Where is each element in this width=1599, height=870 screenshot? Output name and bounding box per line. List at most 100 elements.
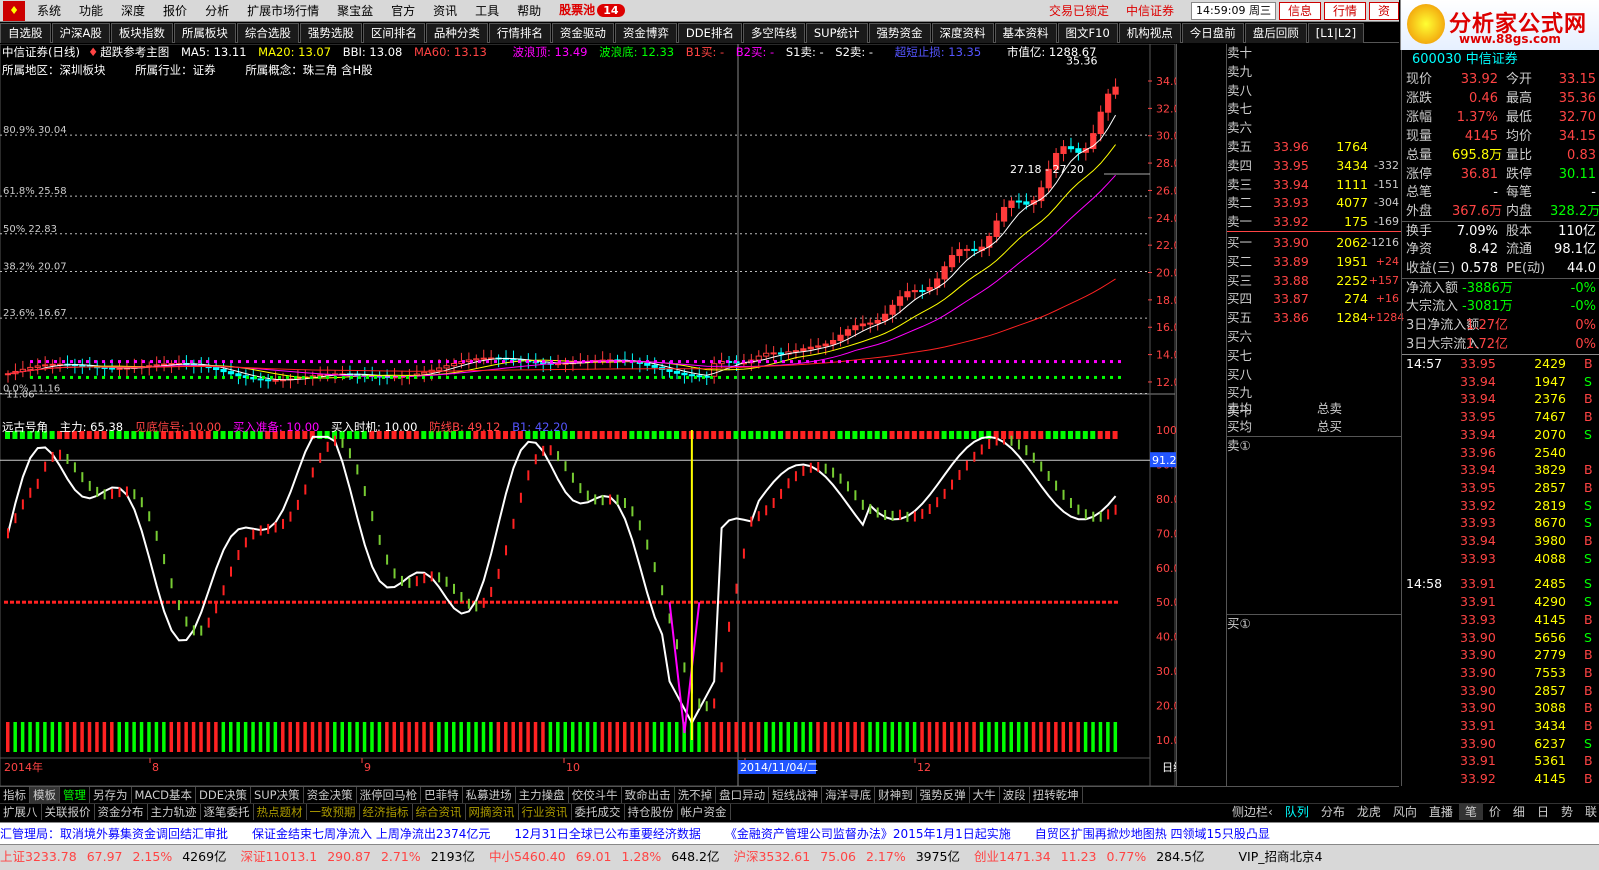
status-zx[interactable]: 中小5460.40 — [489, 849, 566, 864]
extension-tab-9[interactable]: 网摘资讯 — [466, 804, 519, 820]
template-tab-20[interactable]: 大牛 — [970, 787, 1000, 803]
bid-level[interactable]: 买一 33.90 2062 -1216 — [1227, 234, 1401, 252]
menu-system[interactable]: 系统 — [28, 0, 70, 22]
template-tab-0[interactable]: 指标 — [0, 787, 30, 803]
news-item[interactable]: 汇管理局：取消境外募集资金调回结汇审批 — [0, 827, 228, 841]
menu-analysis[interactable]: 分析 — [196, 0, 238, 22]
stock-pool-button[interactable]: 股票池 14 — [550, 0, 633, 22]
tab-15[interactable]: 深度资料 — [931, 23, 994, 43]
tab-0[interactable]: 自选股 — [0, 23, 51, 43]
stock-region[interactable]: 所属地区：深圳板块 — [2, 63, 106, 77]
status-sz[interactable]: 深证11013.1 — [241, 849, 318, 864]
template-tab-13[interactable]: 致命出击 — [622, 787, 675, 803]
bid-level[interactable]: 买七 — [1227, 347, 1401, 365]
app-logo-icon[interactable]: ♦ — [3, 0, 25, 21]
indicator-name[interactable]: 超跌参考主图 — [100, 45, 169, 59]
menu-function[interactable]: 功能 — [70, 0, 112, 22]
stock-concept[interactable]: 所属概念：珠三角 含H股 — [245, 63, 372, 77]
bid-level[interactable]: 买八 — [1227, 366, 1401, 384]
right-tab-0[interactable]: 侧边栏‹ — [1226, 804, 1279, 820]
ask-level[interactable]: 卖六 — [1227, 119, 1401, 137]
template-tab-22[interactable]: 扭转乾坤 — [1030, 787, 1083, 803]
right-tab-5[interactable]: 直播 — [1423, 804, 1459, 820]
template-tab-12[interactable]: 佼佼斗牛 — [569, 787, 622, 803]
right-tab-10[interactable]: 势 — [1555, 804, 1579, 820]
tab-1[interactable]: 沪深A股 — [51, 23, 110, 43]
tab-9[interactable]: 资金驱动 — [551, 23, 614, 43]
template-tab-15[interactable]: 盘口异动 — [716, 787, 770, 803]
ask-level[interactable]: 卖七 — [1227, 100, 1401, 118]
extension-tab-7[interactable]: 经济指标 — [360, 804, 413, 820]
tab-18[interactable]: 机构视点 — [1118, 23, 1181, 43]
extension-tab-4[interactable]: 逐笔委托 — [201, 804, 254, 820]
bid-level[interactable]: 买二 33.89 1951 +24 — [1227, 253, 1401, 271]
right-tab-1[interactable]: 队列 — [1279, 804, 1315, 820]
tab-7[interactable]: 品种分类 — [425, 23, 488, 43]
tab-5[interactable]: 强势选股 — [299, 23, 362, 43]
right-tab-8[interactable]: 细 — [1507, 804, 1531, 820]
tab-21[interactable]: [L1|L2] — [1307, 23, 1365, 43]
extension-tab-10[interactable]: 行业资讯 — [519, 804, 572, 820]
menu-info[interactable]: 资讯 — [424, 0, 466, 22]
bid-level[interactable]: 买四 33.87 274 +16 — [1227, 290, 1401, 308]
tab-12[interactable]: 多空阵线 — [742, 23, 805, 43]
right-tab-4[interactable]: 风向 — [1387, 804, 1423, 820]
right-tab-9[interactable]: 日 — [1531, 804, 1555, 820]
tab-2[interactable]: 板块指数 — [110, 23, 173, 43]
extension-tab-12[interactable]: 持仓股份 — [625, 804, 678, 820]
tab-20[interactable]: 盘后回顾 — [1244, 23, 1307, 43]
tab-8[interactable]: 行情排名 — [488, 23, 551, 43]
ask-level[interactable]: 卖八 — [1227, 82, 1401, 100]
extension-tab-5[interactable]: 热点题材 — [254, 804, 307, 820]
template-tab-8[interactable]: 涨停回马枪 — [357, 787, 422, 803]
ask-level[interactable]: 卖五 33.96 1764 — [1227, 138, 1401, 156]
info-button[interactable]: 信息 — [1278, 1, 1321, 20]
status-cy[interactable]: 创业1471.34 — [974, 849, 1051, 864]
ask-level[interactable]: 卖十 — [1227, 44, 1401, 62]
status-server[interactable]: VIP_招商北京4 — [1239, 849, 1323, 864]
template-tab-4[interactable]: MACD基本 — [132, 787, 196, 803]
tab-11[interactable]: DDE排名 — [677, 23, 742, 43]
template-tab-14[interactable]: 洗不掉 — [675, 787, 717, 803]
tab-4[interactable]: 综合选股 — [236, 23, 299, 43]
capital-button[interactable]: 资 — [1368, 1, 1399, 20]
menu-depth[interactable]: 深度 — [112, 0, 154, 22]
template-tab-7[interactable]: 资金决策 — [304, 787, 357, 803]
kline-chart[interactable]: 34.00 32.00 30.00 28.00 26.00 24.00 22.00 20.00… — [0, 44, 1176, 786]
template-tab-11[interactable]: 主力操盘 — [516, 787, 569, 803]
template-tab-3[interactable]: 另存为 — [90, 787, 132, 803]
market-button[interactable]: 行情 — [1323, 1, 1366, 20]
ask-level[interactable]: 卖三 33.94 1111 -151 — [1227, 176, 1401, 194]
status-hs[interactable]: 沪深3532.61 — [733, 849, 810, 864]
tab-16[interactable]: 基本资料 — [994, 23, 1057, 43]
news-item[interactable]: 12月31日全球已公布重要经济数据 — [514, 827, 701, 841]
menu-extended[interactable]: 扩展市场行情 — [238, 0, 328, 22]
news-item[interactable]: 《金融资产管理公司监督办法》2015年1月1日起实施 — [725, 827, 1011, 841]
extension-tab-8[interactable]: 综合资讯 — [413, 804, 466, 820]
ask-level[interactable]: 卖四 33.95 3434 -332 — [1227, 157, 1401, 175]
bid-level[interactable]: 买五 33.86 1284 +1284 — [1227, 309, 1404, 327]
right-tab-6[interactable]: 笔 — [1458, 804, 1483, 820]
right-tab-3[interactable]: 龙虎 — [1351, 804, 1387, 820]
extension-tab-0[interactable]: 扩展八 — [0, 804, 42, 820]
sub-indicator-name[interactable]: 远古号角 — [2, 420, 48, 434]
bid-level[interactable]: 买三 33.88 2252 +157 — [1227, 272, 1401, 290]
tab-14[interactable]: 强势资金 — [868, 23, 931, 43]
news-item[interactable]: 保证金结束七周净流入 上周净流出2374亿元 — [252, 827, 490, 841]
menu-tools[interactable]: 工具 — [466, 0, 508, 22]
right-tab-11[interactable]: 联 — [1579, 804, 1599, 820]
stock-industry[interactable]: 所属行业：证券 — [135, 63, 216, 77]
tab-6[interactable]: 区间排名 — [362, 23, 425, 43]
template-tab-9[interactable]: 巴菲特 — [421, 787, 463, 803]
ask-queue-row[interactable]: 卖① — [1227, 436, 1401, 454]
ask-level[interactable]: 卖九 — [1227, 63, 1401, 81]
template-tab-17[interactable]: 海洋寻底 — [822, 787, 876, 803]
extension-tab-2[interactable]: 资金分布 — [95, 804, 148, 820]
news-item[interactable]: 自贸区扩围再掀炒地图热 四领域15只股凸显 — [1035, 827, 1270, 841]
menu-help[interactable]: 帮助 — [508, 0, 550, 22]
template-tab-1[interactable]: 模板 — [30, 787, 60, 803]
extension-tab-3[interactable]: 主力轨迹 — [148, 804, 201, 820]
right-tab-2[interactable]: 分布 — [1315, 804, 1351, 820]
tab-13[interactable]: SUP统计 — [805, 23, 868, 43]
ask-level[interactable]: 卖一 33.92 175 -169 — [1227, 213, 1401, 231]
